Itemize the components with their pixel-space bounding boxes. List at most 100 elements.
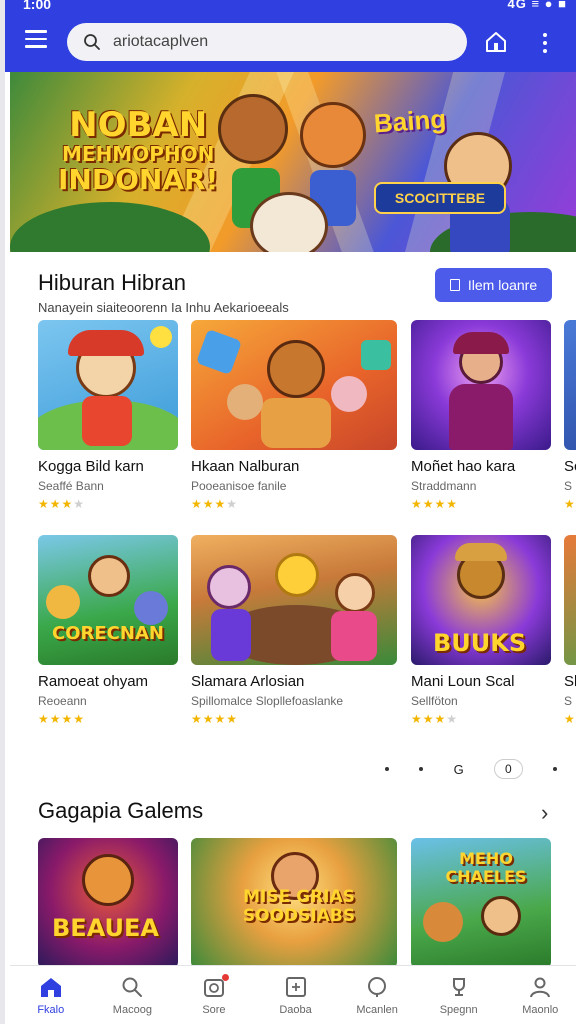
game-card-partial[interactable]: Sc S ★★★★ xyxy=(564,320,576,511)
game-card[interactable]: CORECNAN Ramoeat ohyam Reoeann ★★★★ xyxy=(38,535,178,726)
nav-item-library[interactable]: Daoba xyxy=(255,966,337,1024)
star-filled-icon: ★ xyxy=(434,497,447,511)
star-empty-icon: ★ xyxy=(73,497,86,511)
game-title: Ramoeat ohyam xyxy=(38,673,149,690)
game-card-partial[interactable]: Sb S ★★★★ xyxy=(564,535,576,726)
book-icon xyxy=(449,279,460,291)
game-subtitle: Reoeann xyxy=(38,694,87,708)
search-icon xyxy=(122,977,143,997)
status-icons: 4G ≡ ● ■ xyxy=(507,0,567,11)
game-thumbnail: MISE GRIAS SOODSIABS xyxy=(191,838,397,968)
game-thumbnail: CORECNAN xyxy=(38,535,178,665)
pager-dot[interactable] xyxy=(553,767,557,771)
star-filled-icon: ★ xyxy=(61,712,74,726)
star-rating: ★★★★ xyxy=(411,712,551,726)
banner-character-2 xyxy=(300,102,366,168)
nav-label: Mcanlen xyxy=(356,1004,398,1016)
banner-character-1 xyxy=(218,94,288,164)
star-rating: ★★★★ xyxy=(191,497,397,511)
game-subtitle: Sellföton xyxy=(411,694,458,708)
banner-badge: SCOCITTEBE xyxy=(374,182,506,214)
star-filled-icon: ★ xyxy=(61,497,74,511)
section-title: Gagapia Galems xyxy=(38,798,204,823)
star-filled-icon: ★ xyxy=(434,712,447,726)
search-bar[interactable] xyxy=(67,23,467,61)
section-title: Hiburan Hibran xyxy=(38,270,186,295)
game-thumbnail xyxy=(564,320,576,450)
game-subtitle: S xyxy=(564,479,573,493)
star-filled-icon: ★ xyxy=(38,712,50,726)
game-card[interactable]: BEAUEA xyxy=(38,838,178,968)
chevron-right-icon[interactable]: › xyxy=(541,800,548,826)
nav-label: Maonlo xyxy=(522,1004,559,1016)
search-icon xyxy=(84,34,100,50)
game-thumbnail xyxy=(191,535,397,665)
pager-dot[interactable] xyxy=(419,767,424,771)
hero-banner[interactable]: NOBAN MEHMOPHON INDONAR! Baing SCOCITTEB… xyxy=(10,72,576,252)
game-title: Sb xyxy=(564,673,576,690)
star-rating: ★★★★ xyxy=(564,497,576,511)
thumbnail-text: BEAUEA xyxy=(52,914,159,942)
game-title: Moñet hao kara xyxy=(411,458,516,475)
thumbnail-text: MISE GRIAS SOODSIABS xyxy=(242,887,356,926)
star-rating: ★★★★ xyxy=(411,497,551,511)
more-options-icon[interactable] xyxy=(535,30,555,56)
game-card[interactable]: MEHO CHAELES xyxy=(411,838,551,968)
star-filled-icon: ★ xyxy=(564,497,576,511)
star-rating: ★★★★ xyxy=(564,712,576,726)
star-rating: ★★★★ xyxy=(38,712,178,726)
nav-label: Sore xyxy=(202,1004,226,1016)
section-subtitle: Nanayein siaiteoorenn Ia Inhu Aekarioeea… xyxy=(38,300,289,315)
game-subtitle: Spillomalce Slopllefoaslanke xyxy=(191,694,344,708)
profile-icon xyxy=(530,977,551,998)
game-card[interactable]: BUUKS Mani Loun Scal Sellföton ★★★★ xyxy=(411,535,551,726)
see-more-button[interactable]: Ilem loanre xyxy=(435,268,552,302)
game-card[interactable]: Kogga Bild karn Seaffé Bann ★★★★ xyxy=(38,320,178,511)
thumbnail-text: BUUKS xyxy=(433,629,527,657)
game-title: Kogga Bild karn xyxy=(38,458,144,475)
star-filled-icon: ★ xyxy=(422,497,435,511)
carousel-pager[interactable]: G 0 xyxy=(385,758,557,780)
game-thumbnail xyxy=(411,320,551,450)
game-title: Slamara Arlosian xyxy=(191,673,305,690)
menu-icon[interactable] xyxy=(25,30,51,52)
nav-item-events[interactable]: Spegnn xyxy=(418,966,500,1024)
game-thumbnail xyxy=(191,320,397,450)
game-card[interactable]: Hkaan Nalburan Pooeanisoe fanile ★★★★ xyxy=(191,320,397,511)
chat-icon xyxy=(368,977,387,997)
nav-item-search[interactable]: Macoog xyxy=(92,966,174,1024)
nav-item-store[interactable]: Sore xyxy=(173,966,255,1024)
star-filled-icon: ★ xyxy=(214,712,227,726)
nav-item-home[interactable]: Fkalo xyxy=(10,966,92,1024)
bottom-navigation: Fkalo Macoog Sore Daoba Mcanlen Spegnn M… xyxy=(10,965,576,1024)
star-empty-icon: ★ xyxy=(446,712,459,726)
star-filled-icon: ★ xyxy=(191,497,203,511)
game-thumbnail xyxy=(564,535,576,665)
pager-label: G xyxy=(453,761,464,777)
star-filled-icon: ★ xyxy=(411,712,423,726)
game-card[interactable]: Moñet hao kara Straddmann ★★★★ xyxy=(411,320,551,511)
home-icon xyxy=(40,978,61,997)
nav-label: Spegnn xyxy=(439,1004,478,1016)
star-rating: ★★★★ xyxy=(191,712,397,726)
app-frame: 1:00 4G ≡ ● ■ NOBAN MEHMOPHON INDONAR! B… xyxy=(0,0,576,1024)
pager-page[interactable]: 0 xyxy=(494,759,523,779)
star-filled-icon: ★ xyxy=(202,497,215,511)
top-app-bar: 1:00 4G ≡ ● ■ xyxy=(5,0,576,72)
nav-item-social[interactable]: Mcanlen xyxy=(336,966,418,1024)
star-filled-icon: ★ xyxy=(564,712,576,726)
game-card[interactable]: MISE GRIAS SOODSIABS xyxy=(191,838,397,968)
status-time: 1:00 xyxy=(23,0,52,12)
game-card[interactable]: Slamara Arlosian Spillomalce Slopllefoas… xyxy=(191,535,397,726)
pager-dot[interactable] xyxy=(385,767,389,771)
star-filled-icon: ★ xyxy=(411,497,423,511)
trophy-icon xyxy=(452,978,465,996)
game-thumbnail: BEAUEA xyxy=(38,838,178,968)
home-outline-icon[interactable] xyxy=(483,29,509,55)
nav-label: Daoba xyxy=(279,1004,312,1016)
search-input[interactable] xyxy=(113,33,433,51)
see-more-label: Ilem loanre xyxy=(467,277,538,293)
section-header-entertainment: Hiburan Hibran Nanayein siaiteoorenn Ia … xyxy=(38,270,289,315)
game-subtitle: Seaffé Bann xyxy=(38,479,104,493)
nav-item-profile[interactable]: Maonlo xyxy=(499,966,576,1024)
